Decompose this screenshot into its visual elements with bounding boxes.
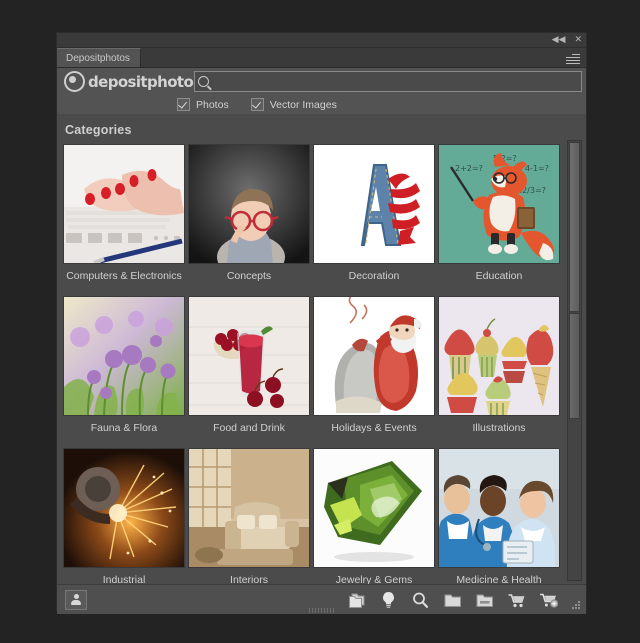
category-card[interactable]: Computers & Electronics <box>62 144 186 296</box>
category-label: Food and Drink <box>213 422 285 434</box>
lightbulb-icon[interactable] <box>379 591 398 609</box>
thumbnail-decoration[interactable] <box>313 144 435 264</box>
scrollbar-thumb-upper[interactable] <box>569 142 580 312</box>
svg-text:2+2=?: 2+2=? <box>455 164 483 173</box>
folder-open-icon[interactable] <box>475 591 494 609</box>
category-label: Illustrations <box>472 422 526 434</box>
search-field-wrapper[interactable] <box>194 71 582 92</box>
checkbox-photos[interactable]: Photos <box>177 98 229 111</box>
logo-text: depositphotos <box>88 72 202 91</box>
camera-aperture-icon <box>64 71 85 92</box>
search-icon <box>198 76 209 87</box>
category-label: Decoration <box>348 270 400 282</box>
checkbox-vector-images-label: Vector Images <box>269 98 337 111</box>
svg-text:4-1=?: 4-1=? <box>525 164 549 173</box>
depositphotos-logo: depositphotos <box>61 71 202 92</box>
thumbnail-computers-electronics[interactable] <box>63 144 185 264</box>
category-card[interactable]: Interiors <box>187 448 311 584</box>
user-account-icon[interactable] <box>65 589 87 610</box>
collapse-arrows-icon[interactable]: ◀◀ <box>552 35 566 45</box>
resize-grip-icon[interactable] <box>572 601 581 610</box>
toolbar-actions <box>347 591 558 609</box>
filter-row: Photos Vector Images <box>57 95 586 115</box>
vertical-scrollbar[interactable] <box>567 140 582 581</box>
category-card[interactable]: Concepts <box>187 144 311 296</box>
category-label: Education <box>475 270 523 282</box>
window-buttons: ◀◀ ✕ <box>552 33 582 47</box>
thumbnail-food-and-drink[interactable] <box>188 296 310 416</box>
search-input[interactable] <box>209 72 581 91</box>
thumbnail-concepts[interactable] <box>188 144 310 264</box>
person-glyph <box>71 593 82 606</box>
drag-handle-icon[interactable] <box>308 608 335 613</box>
category-card[interactable]: Holidays & Events <box>312 296 436 448</box>
category-card[interactable]: Industrial <box>62 448 186 584</box>
thumbnail-jewelry-gems[interactable] <box>313 448 435 568</box>
categories-grid: Computers & Electronics Concepts Decorat… <box>57 144 586 584</box>
categories-body: Categories Computers & Electronics Conce… <box>57 115 586 584</box>
panel-titlebar: ◀◀ ✕ <box>57 33 586 48</box>
category-label: Industrial <box>102 574 146 584</box>
category-card[interactable]: Jewelry & Gems <box>312 448 436 584</box>
category-card[interactable]: Decoration <box>312 144 436 296</box>
category-label: Computers & Electronics <box>66 270 182 282</box>
category-label: Concepts <box>226 270 272 282</box>
thumbnail-medicine-health[interactable] <box>438 448 560 568</box>
thumbnail-interiors[interactable] <box>188 448 310 568</box>
category-label: Jewelry & Gems <box>335 574 413 584</box>
category-card[interactable]: Fauna & Flora <box>62 296 186 448</box>
files-stack-icon[interactable] <box>347 591 366 609</box>
category-card[interactable]: Medicine & Health <box>437 448 561 584</box>
search-icon[interactable] <box>411 591 430 609</box>
panel-menu-icon[interactable] <box>566 52 580 64</box>
category-label: Interiors <box>230 574 268 584</box>
category-card[interactable]: 2+2=? 5·2=? 4-1=? 12/3=? Education <box>437 144 561 296</box>
thumbnail-education[interactable]: 2+2=? 5·2=? 4-1=? 12/3=? <box>438 144 560 264</box>
page-title: Categories <box>65 123 132 137</box>
checkbox-photos-label: Photos <box>196 98 229 111</box>
checkbox-vector-images[interactable]: Vector Images <box>250 98 337 111</box>
category-card[interactable]: Illustrations <box>437 296 561 448</box>
checkbox-vector-images-box[interactable] <box>250 98 264 111</box>
cart-add-icon[interactable] <box>539 591 558 609</box>
thumbnail-industrial[interactable] <box>63 448 185 568</box>
cart-icon[interactable] <box>507 591 526 609</box>
category-label: Holidays & Events <box>331 422 417 434</box>
folder-icon[interactable] <box>443 591 462 609</box>
bottom-toolbar <box>57 584 586 614</box>
scrollbar-thumb-lower[interactable] <box>569 313 580 419</box>
close-icon[interactable]: ✕ <box>574 35 582 45</box>
checkbox-photos-box[interactable] <box>177 98 190 111</box>
tab-depositphotos[interactable]: Depositphotos <box>57 48 141 67</box>
category-label: Medicine & Health <box>456 574 542 584</box>
panel-tabstrip: Depositphotos <box>57 48 586 68</box>
depositphotos-panel: ◀◀ ✕ Depositphotos depositphotos Photos … <box>57 33 586 614</box>
thumbnail-holidays-events[interactable] <box>313 296 435 416</box>
thumbnail-illustrations[interactable] <box>438 296 560 416</box>
category-card[interactable]: Food and Drink <box>187 296 311 448</box>
category-label: Fauna & Flora <box>90 422 158 434</box>
search-bar: depositphotos <box>57 68 586 95</box>
thumbnail-fauna-flora[interactable] <box>63 296 185 416</box>
